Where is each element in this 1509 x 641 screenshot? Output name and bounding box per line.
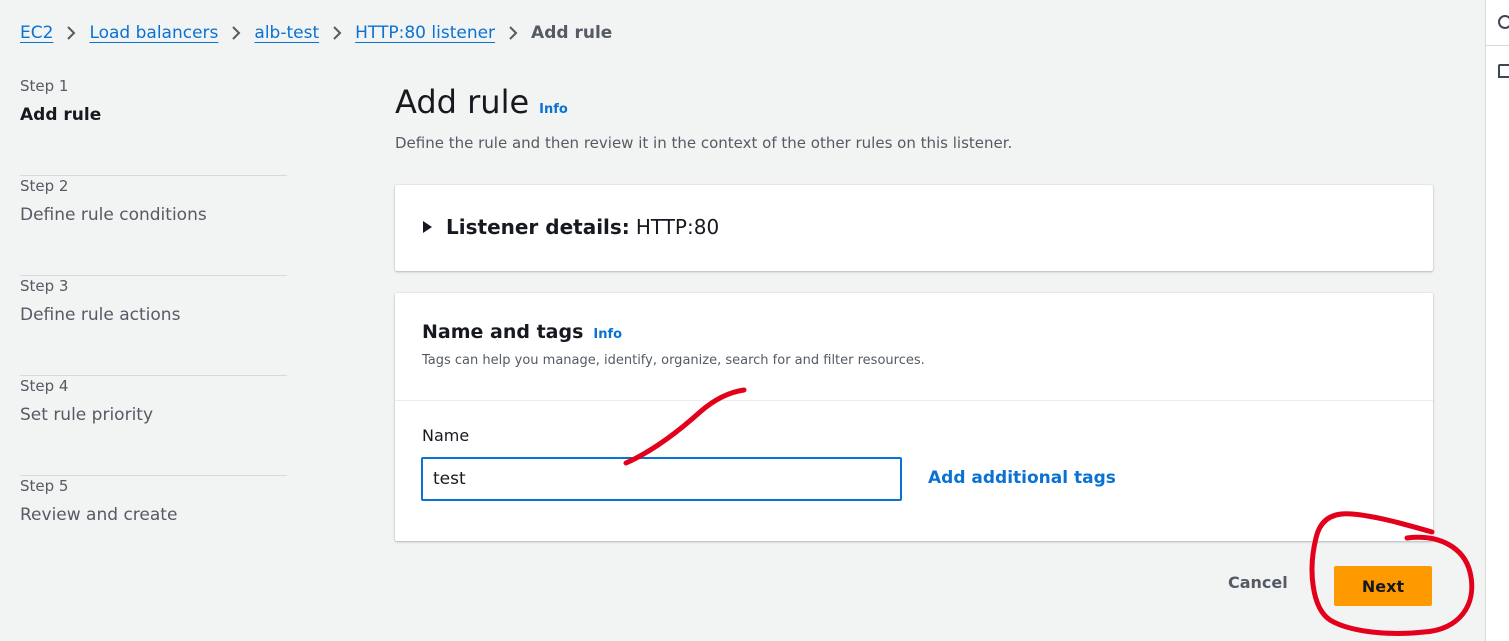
step-number: Step 1 [20, 77, 69, 95]
rail-divider [1486, 45, 1509, 46]
tags-header: Name and tags Info Tags can help you man… [395, 293, 1433, 401]
chevron-right-icon [53, 23, 89, 43]
breadcrumb-current: Add rule [531, 23, 613, 43]
step-title: Define rule actions [20, 305, 181, 325]
step-title: Set rule priority [20, 405, 154, 425]
breadcrumb-load-balancers[interactable]: Load balancers [89, 23, 218, 43]
breadcrumb-http-listener[interactable]: HTTP:80 listener [355, 23, 495, 43]
step-title: Define rule conditions [20, 205, 207, 225]
name-and-tags-panel: Name and tags Info Tags can help you man… [395, 293, 1433, 541]
listener-details-value: HTTP:80 [635, 215, 720, 239]
step-3: Step 3 Define rule actions [20, 276, 287, 376]
tags-title: Name and tags [422, 321, 584, 343]
breadcrumb-ec2[interactable]: EC2 [20, 23, 53, 43]
main-content: Add rule Info Define the rule and then r… [395, 76, 1433, 541]
tags-body: Name Add additional tags [395, 401, 1433, 501]
listener-details-label: Listener details: [446, 215, 630, 239]
listener-details-toggle[interactable]: Listener details: HTTP:80 [423, 215, 719, 239]
breadcrumb: EC2 Load balancers alb-test HTTP:80 list… [20, 21, 612, 45]
wizard-steps: Step 1 Add rule Step 2 Define rule condi… [20, 76, 287, 576]
page-description: Define the rule and then review it in th… [395, 134, 1013, 152]
page-info-link[interactable]: Info [539, 102, 568, 117]
name-field-label: Name [422, 426, 470, 445]
step-number: Step 3 [20, 277, 69, 295]
step-2: Step 2 Define rule conditions [20, 176, 287, 276]
step-1: Step 1 Add rule [20, 76, 287, 176]
step-title: Review and create [20, 505, 178, 525]
feedback-icon[interactable] [1498, 64, 1509, 78]
caret-right-icon [423, 221, 432, 233]
listener-details-panel: Listener details: HTTP:80 [395, 185, 1433, 271]
page-title: Add rule [395, 83, 530, 121]
step-5: Step 5 Review and create [20, 476, 287, 576]
tags-info-link[interactable]: Info [593, 327, 622, 342]
add-additional-tags-link[interactable]: Add additional tags [928, 468, 1116, 488]
name-input[interactable] [421, 457, 902, 501]
page-header: Add rule Info [395, 82, 1433, 122]
step-4: Step 4 Set rule priority [20, 376, 287, 476]
step-number: Step 5 [20, 477, 69, 495]
chevron-right-icon [319, 23, 355, 43]
next-button[interactable]: Next [1334, 566, 1432, 606]
cancel-button[interactable]: Cancel [1228, 573, 1288, 592]
breadcrumb-alb-test[interactable]: alb-test [254, 23, 319, 43]
info-panel-icon[interactable] [1498, 15, 1509, 29]
chevron-right-icon [495, 23, 531, 43]
step-number: Step 4 [20, 377, 69, 395]
step-title: Add rule [20, 105, 102, 125]
step-number: Step 2 [20, 177, 69, 195]
tags-title-row: Name and tags Info [422, 321, 1433, 343]
utility-rail [1485, 0, 1509, 641]
tags-description: Tags can help you manage, identify, orga… [422, 353, 925, 368]
chevron-right-icon [218, 23, 254, 43]
